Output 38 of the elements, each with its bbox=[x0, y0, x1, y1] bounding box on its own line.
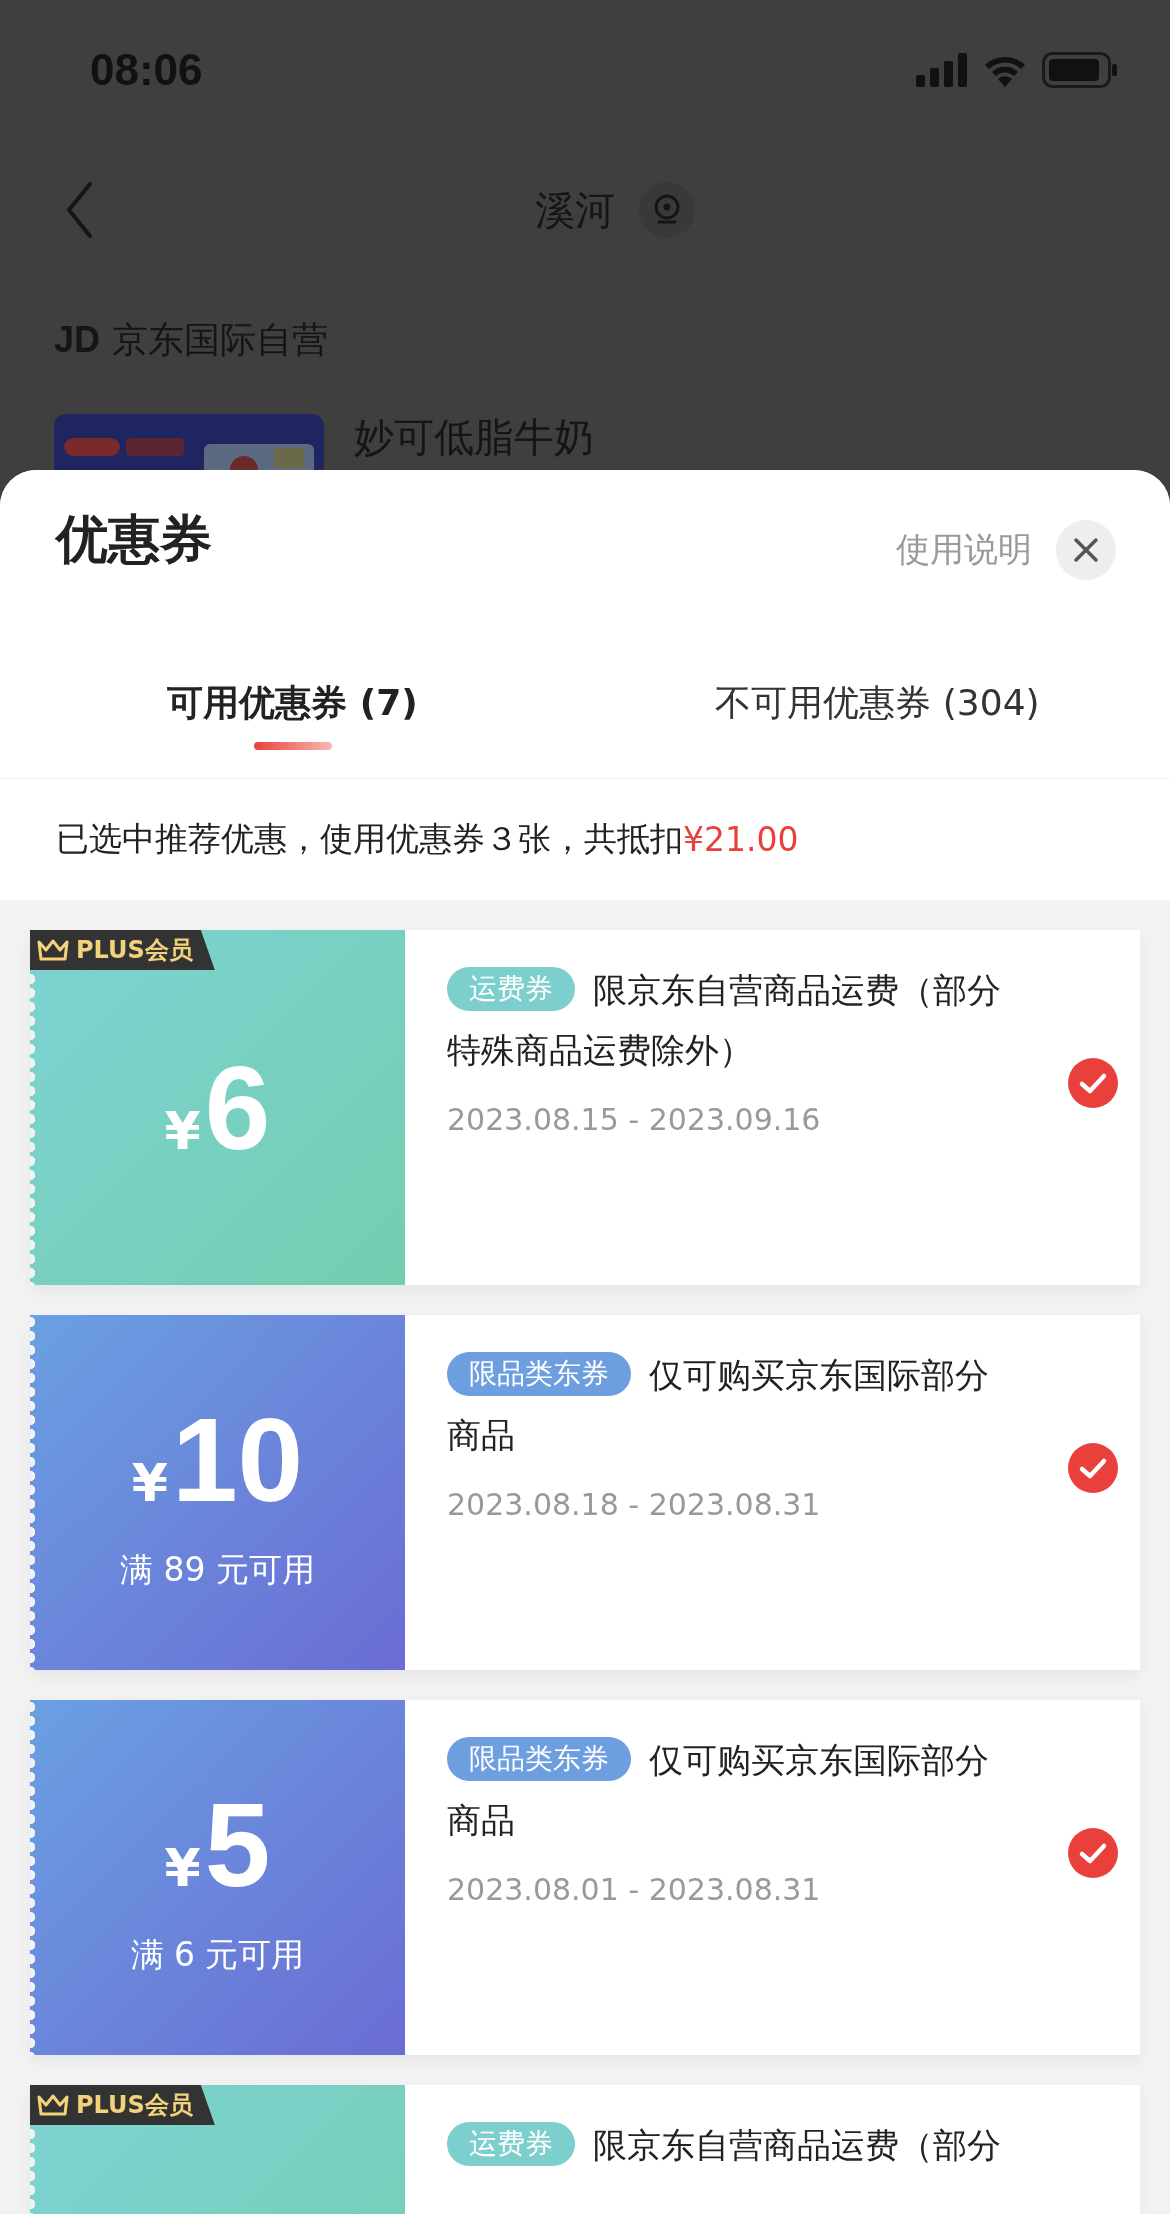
sheet-title: 优惠券 bbox=[56, 508, 213, 571]
coupon-tab[interactable]: 不可用优惠券 (304) bbox=[715, 678, 1040, 728]
plus-member-label: PLUS会员 bbox=[76, 935, 193, 966]
summary-text: 已选中推荐优惠，使用优惠券３张，共抵扣 bbox=[56, 818, 683, 860]
coupon-condition: 满 6 元可用 bbox=[130, 1934, 305, 1976]
validity-dates: 2023.08.15 - 2023.09.16 bbox=[447, 1102, 822, 1137]
discount-amount: ¥21.00 bbox=[683, 820, 799, 859]
checkmark-icon[interactable] bbox=[1068, 1058, 1118, 1108]
coupon-type-tag: 限品类东券 bbox=[447, 1352, 631, 1396]
close-icon bbox=[1073, 537, 1099, 563]
coupon-description: 运费券 限京东自营商品运费（部分 bbox=[447, 2115, 1020, 2175]
currency-symbol: ¥ bbox=[131, 1453, 168, 1513]
currency-symbol: ¥ bbox=[164, 1100, 201, 1161]
battery-icon bbox=[1042, 52, 1118, 88]
coupon-card[interactable]: ¥5 满 6 元可用 限品类东券 仅可购买京东国际部分商品 2023.08.01 - 2023.08.31 bbox=[30, 1700, 1140, 2055]
coupon-condition: 满 89 元可用 bbox=[120, 1549, 315, 1591]
coupon-description: 运费券 限京东自营商品运费（部分特殊商品运费除外） bbox=[447, 960, 1020, 1080]
validity-dates: 2023.08.01 - 2023.08.31 bbox=[447, 1872, 822, 1907]
coupon-description: 限品类东券 仅可购买京东国际部分商品 bbox=[447, 1345, 1020, 1465]
signal-icon bbox=[916, 53, 968, 87]
coupon-type-tag: 运费券 bbox=[447, 2122, 575, 2166]
coupon-description: 限品类东券 仅可购买京东国际部分商品 bbox=[447, 1730, 1020, 1850]
validity-dates: 2023.08.18 - 2023.08.31 bbox=[447, 1487, 822, 1522]
coupon-card[interactable]: PLUS会员 运费券 限京东自营商品运费（部分 bbox=[30, 2085, 1140, 2214]
coupon-card[interactable]: ¥10 满 89 元可用 限品类东券 仅可购买京东国际部分商品 2023.08.18 - 2023.08.31 bbox=[30, 1315, 1140, 1670]
coupon-type-tag: 运费券 bbox=[447, 967, 575, 1011]
plus-member-label: PLUS会员 bbox=[76, 2090, 193, 2121]
checkmark-icon[interactable] bbox=[1068, 1443, 1118, 1493]
coupon-amount: 10 bbox=[171, 1393, 304, 1528]
crown-icon bbox=[36, 938, 70, 962]
coupon-card[interactable]: PLUS会员 ¥6 运费券 限京东自营商品运费（部分特殊商品运费除外） 2023.08.15 - 2023.09.16 bbox=[30, 930, 1140, 1285]
coupon-tab[interactable]: 可用优惠券 (7) bbox=[167, 678, 418, 728]
crown-icon bbox=[36, 2093, 70, 2117]
checkmark-icon[interactable] bbox=[1068, 1828, 1118, 1878]
currency-symbol: ¥ bbox=[164, 1838, 201, 1898]
coupon-amount: 6 bbox=[204, 1040, 271, 1176]
coupon-type-tag: 限品类东券 bbox=[447, 1737, 631, 1781]
coupon-amount: 5 bbox=[204, 1778, 271, 1913]
